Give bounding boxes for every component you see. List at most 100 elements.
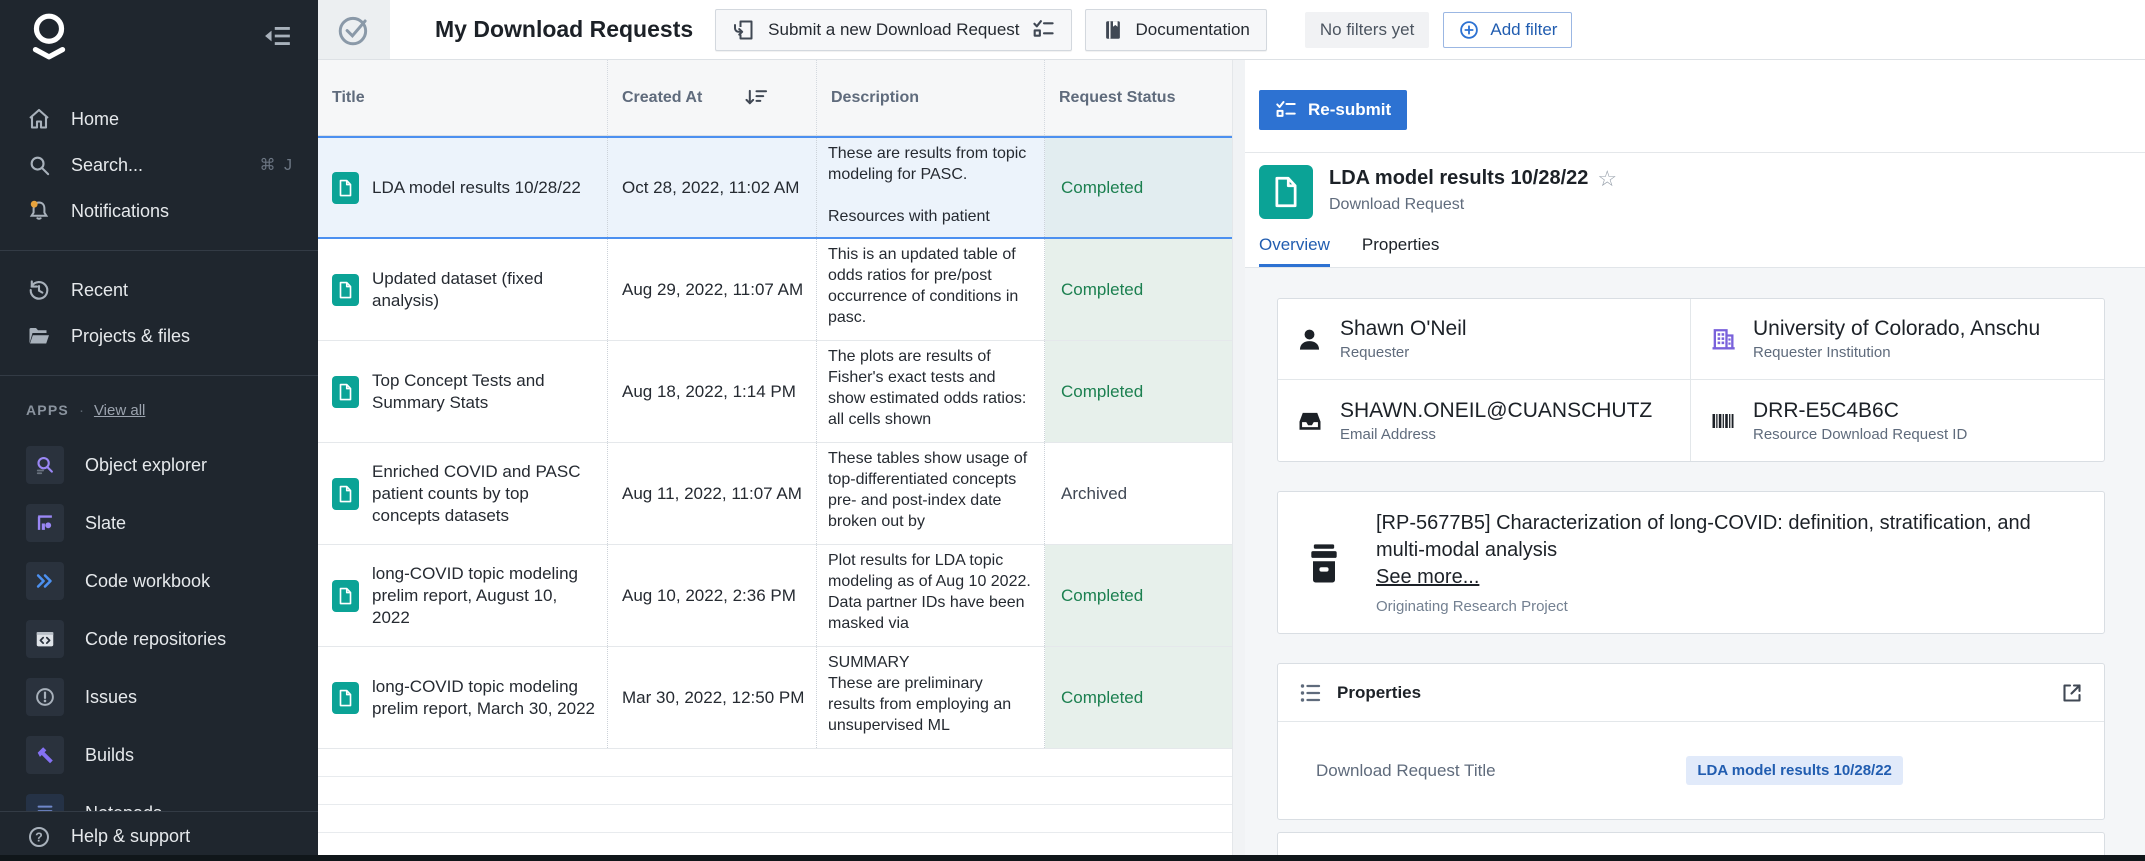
cell-created-at: Aug 18, 2022, 1:14 PM bbox=[608, 341, 817, 442]
request-id-label: Resource Download Request ID bbox=[1753, 425, 1968, 443]
sidebar-app-issues[interactable]: Issues bbox=[0, 668, 318, 726]
document-import-icon bbox=[732, 18, 756, 42]
sidebar-item-projects-files[interactable]: Projects & files bbox=[0, 313, 318, 359]
table-row[interactable]: Top Concept Tests and Summary Stats Aug … bbox=[318, 341, 1232, 443]
status-badge: Completed bbox=[1045, 545, 1232, 646]
page-title: My Download Requests bbox=[435, 16, 694, 42]
table-row[interactable]: Updated dataset (fixed analysis) Aug 29,… bbox=[318, 239, 1232, 341]
cell-description: The plots are results of Fisher's exact … bbox=[817, 341, 1045, 442]
email-label: Email Address bbox=[1340, 425, 1436, 443]
cell-created-at: Aug 10, 2022, 2:36 PM bbox=[608, 545, 817, 646]
cell-description: These are results from topic modeling fo… bbox=[817, 138, 1045, 237]
column-header-request-status[interactable]: Request Status bbox=[1045, 60, 1232, 135]
detail-subtitle: Download Request bbox=[1329, 196, 1465, 213]
sidebar-app-builds[interactable]: Builds bbox=[0, 726, 318, 784]
project-title: [RP-5677B5] Characterization of long-COV… bbox=[1376, 512, 2031, 561]
property-value-chip[interactable]: LDA model results 10/28/22 bbox=[1686, 756, 1903, 785]
sidebar-item-recent[interactable]: Recent bbox=[0, 267, 318, 313]
help-icon: ? bbox=[26, 824, 52, 850]
apps-section-label: APPS bbox=[26, 402, 69, 418]
detail-title: LDA model results 10/28/22 bbox=[1329, 167, 1589, 189]
sidebar-app-slate[interactable]: Slate bbox=[0, 494, 318, 552]
tasks-icon bbox=[1032, 18, 1055, 41]
cell-title: Updated dataset (fixed analysis) bbox=[372, 268, 544, 310]
notepads-icon bbox=[26, 794, 64, 811]
sort-descending-icon[interactable] bbox=[744, 87, 769, 108]
properties-card: Properties Download Request Title LDA mo… bbox=[1277, 663, 2105, 820]
properties-header: Properties bbox=[1337, 682, 1422, 702]
status-badge: Completed bbox=[1045, 647, 1232, 748]
cell-description: These tables show usage of top-different… bbox=[817, 443, 1045, 544]
empty-table-row bbox=[318, 777, 1232, 805]
view-all-apps-link[interactable]: View all bbox=[94, 402, 145, 419]
tab-properties[interactable]: Properties bbox=[1362, 235, 1439, 267]
request-id-card: DRR-E5C4B6C Resource Download Request ID bbox=[1691, 380, 2104, 461]
sidebar-item-label: Search... bbox=[71, 154, 144, 175]
app-label: Notepads bbox=[85, 803, 162, 812]
search-shortcut: ⌘ J bbox=[259, 157, 294, 174]
resubmit-button[interactable]: Re-submit bbox=[1259, 90, 1408, 130]
sidebar-app-code-repositories[interactable]: Code repositories bbox=[0, 610, 318, 668]
documentation-button[interactable]: Documentation bbox=[1084, 8, 1267, 51]
slate-icon bbox=[26, 504, 64, 542]
star-icon[interactable]: ☆ bbox=[1597, 167, 1617, 189]
document-icon bbox=[332, 273, 359, 306]
document-icon bbox=[332, 579, 359, 612]
building-icon bbox=[1709, 325, 1753, 353]
sidebar-item-notifications[interactable]: Notifications bbox=[0, 188, 318, 234]
property-row: Download Request Title LDA model results… bbox=[1278, 722, 2104, 819]
cell-description: Plot results for LDA topic modeling as o… bbox=[817, 545, 1045, 646]
sidebar-item-home[interactable]: Home bbox=[0, 96, 318, 142]
table-row[interactable]: long-COVID topic modeling prelim report,… bbox=[318, 647, 1232, 749]
app-tile-header[interactable] bbox=[318, 0, 390, 59]
cell-title: long-COVID topic modeling prelim report,… bbox=[372, 563, 578, 627]
barcode-icon bbox=[1709, 407, 1753, 435]
list-icon bbox=[1298, 681, 1322, 705]
column-header-description[interactable]: Description bbox=[817, 60, 1045, 135]
inbox-icon bbox=[1296, 407, 1340, 435]
table-row[interactable]: Enriched COVID and PASC patient counts b… bbox=[318, 443, 1232, 545]
next-card-partial bbox=[1277, 832, 2105, 855]
sidebar-item-search[interactable]: Search... ⌘ J bbox=[0, 142, 318, 188]
sidebar-item-label: Home bbox=[71, 108, 120, 129]
bell-icon bbox=[26, 198, 52, 224]
table-scrollbar-track[interactable] bbox=[1232, 60, 1245, 855]
search-icon bbox=[26, 152, 52, 178]
status-badge: Completed bbox=[1045, 138, 1232, 237]
sidebar: Home Search... ⌘ J Notifications Recent … bbox=[0, 0, 318, 861]
app-label: Builds bbox=[85, 744, 135, 765]
sidebar-app-notepads[interactable]: Notepads bbox=[0, 784, 318, 811]
code-workbook-icon bbox=[26, 562, 64, 600]
sidebar-item-label: Projects & files bbox=[71, 325, 191, 346]
email-card: SHAWN.ONEIL@CUANSCHUTZ Email Address bbox=[1278, 380, 1691, 461]
see-more-link[interactable]: See more... bbox=[1376, 566, 1479, 589]
add-filter-label: Add filter bbox=[1490, 19, 1558, 39]
status-badge: Completed bbox=[1045, 239, 1232, 340]
archive-box-icon bbox=[1302, 541, 1346, 585]
requester-value: Shawn O'Neil bbox=[1340, 317, 1467, 340]
tab-overview[interactable]: Overview bbox=[1259, 235, 1330, 267]
column-header-title[interactable]: Title bbox=[318, 60, 608, 135]
cell-description: This is an updated table of odds ratios … bbox=[817, 239, 1045, 340]
cell-created-at: Aug 11, 2022, 11:07 AM bbox=[608, 443, 817, 544]
add-filter-button[interactable]: Add filter bbox=[1443, 11, 1573, 48]
request-id-value: DRR-E5C4B6C bbox=[1753, 398, 1899, 422]
summary-card-grid: Shawn O'Neil Requester University of Col… bbox=[1277, 298, 2105, 462]
empty-table-row bbox=[318, 805, 1232, 833]
no-filters-chip: No filters yet bbox=[1304, 11, 1430, 48]
requester-card: Shawn O'Neil Requester bbox=[1278, 299, 1691, 380]
sidebar-item-help-support[interactable]: ? Help & support bbox=[0, 811, 318, 855]
add-circle-icon bbox=[1458, 19, 1480, 41]
sidebar-app-object-explorer[interactable]: Object explorer bbox=[0, 436, 318, 494]
open-in-new-icon[interactable] bbox=[2060, 681, 2084, 705]
submit-download-request-button[interactable]: Submit a new Download Request bbox=[715, 8, 1072, 51]
app-label: Code repositories bbox=[85, 628, 227, 649]
table-row[interactable]: long-COVID topic modeling prelim report,… bbox=[318, 545, 1232, 647]
history-icon bbox=[26, 277, 52, 303]
collapse-sidebar-icon[interactable] bbox=[264, 24, 292, 48]
column-header-created-at[interactable]: Created At bbox=[608, 60, 817, 135]
sidebar-app-code-workbook[interactable]: Code workbook bbox=[0, 552, 318, 610]
status-badge: Archived bbox=[1061, 483, 1128, 503]
app-label: Slate bbox=[85, 512, 127, 533]
table-row[interactable]: LDA model results 10/28/22 Oct 28, 2022,… bbox=[318, 136, 1232, 239]
